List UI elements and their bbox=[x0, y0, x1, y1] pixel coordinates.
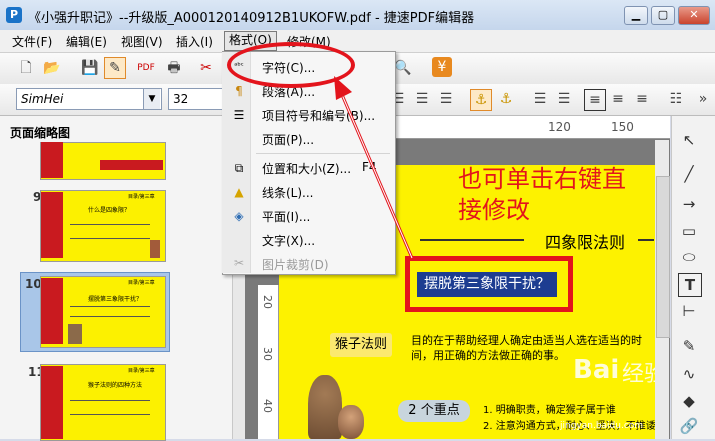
person-image bbox=[338, 405, 364, 439]
cut-icon[interactable]: ✂ bbox=[196, 58, 216, 78]
menu-item-fill[interactable]: 平面(I)... bbox=[262, 208, 310, 225]
purchase-icon[interactable]: ¥ bbox=[432, 57, 452, 77]
list-icon[interactable]: ☷ bbox=[666, 89, 686, 109]
watermark: Bai bbox=[573, 355, 620, 385]
ruler-tick: 20 bbox=[261, 295, 274, 309]
scrollbar-thumb[interactable] bbox=[656, 176, 670, 338]
open-folder-icon[interactable]: 📂 bbox=[42, 58, 62, 78]
page-header-title[interactable]: 四象限法则 bbox=[545, 229, 625, 253]
line-style-icon: ▲ bbox=[234, 185, 244, 199]
pen-tool-icon[interactable]: ✎ bbox=[678, 335, 700, 357]
ruler-tick: 40 bbox=[261, 399, 274, 413]
thumbnail-page-8[interactable] bbox=[40, 142, 166, 180]
thumbnail-page-9[interactable]: 目录/第三章 什么是四象限？ bbox=[40, 190, 166, 262]
export-pdf-icon[interactable]: PDF bbox=[136, 58, 156, 78]
menu-item-page[interactable]: 页面(P)... bbox=[262, 131, 314, 148]
align-right-icon[interactable]: ☰ bbox=[436, 89, 456, 109]
font-name-value: SimHei bbox=[21, 92, 64, 106]
thumbnail-header: 目录/第三章 bbox=[128, 280, 155, 286]
font-size-value: 32 bbox=[173, 92, 189, 106]
position-size-icon: ⧉ bbox=[234, 161, 244, 175]
monkey-rule-label[interactable]: 猴子法则 bbox=[330, 333, 392, 357]
annotation-highlight-box bbox=[405, 256, 573, 312]
monkey-image bbox=[68, 324, 82, 344]
thumbnail-header: 目录/第三章 bbox=[128, 368, 155, 374]
menu-item-line[interactable]: 线条(L)... bbox=[262, 184, 314, 201]
horizontal-ruler: 120 150 bbox=[393, 116, 670, 139]
box-align-right-icon[interactable]: ≡ bbox=[632, 89, 652, 109]
anchor-icon[interactable]: ⚓ bbox=[470, 89, 492, 111]
distribute-icon[interactable]: ☰ bbox=[554, 89, 574, 109]
window-title: 《小强升职记》--升级版_A000120140912B1UKOFW.pdf - … bbox=[28, 11, 475, 26]
app-icon: P bbox=[6, 7, 22, 23]
thumbnail-page-10[interactable]: 目录/第三章 摆脱第三象限干扰？ bbox=[40, 276, 166, 348]
pointer-icon[interactable]: ↖ bbox=[678, 129, 700, 151]
watermark-url: jingyan.baidu.com bbox=[560, 421, 644, 431]
box-align-center-icon[interactable]: ≡ bbox=[608, 89, 628, 109]
fill-icon: ◈ bbox=[234, 209, 244, 223]
minimize-button[interactable]: ▁ bbox=[624, 6, 648, 25]
key-point-1[interactable]: 1. 明确职责，确定猴子属于谁 bbox=[483, 401, 616, 416]
curve-tool-icon[interactable]: ∿ bbox=[678, 363, 700, 385]
paragraph-icon: ¶ bbox=[235, 84, 243, 98]
vertical-ruler: 20 30 40 bbox=[258, 285, 279, 439]
arrow-tool-icon[interactable]: → bbox=[678, 193, 700, 215]
menu-insert[interactable]: 插入(I) bbox=[172, 33, 217, 50]
line-tool-icon[interactable]: ╱ bbox=[678, 163, 700, 185]
menu-item-text[interactable]: 文字(X)... bbox=[262, 232, 315, 249]
edit-mode-icon[interactable]: ✎ bbox=[104, 57, 126, 79]
crop-icon: ✂ bbox=[233, 256, 245, 270]
link-tool-icon[interactable]: 🔗 bbox=[678, 415, 700, 437]
ellipse-tool-icon[interactable]: ⬭ bbox=[678, 246, 700, 268]
maximize-button[interactable]: ▢ bbox=[651, 6, 675, 25]
ruler-tick: 150 bbox=[611, 120, 634, 134]
thumbnail-panel-title: 页面缩略图 bbox=[10, 126, 71, 140]
box-align-left-icon[interactable]: ≡ bbox=[584, 89, 606, 111]
column-tool-icon[interactable]: ⊢ bbox=[678, 300, 700, 322]
font-name-dropdown[interactable]: ▼ bbox=[143, 89, 160, 109]
new-document-icon[interactable]: 🗋 bbox=[16, 58, 36, 78]
ruler-tick: 30 bbox=[261, 347, 274, 361]
annotation-arrow bbox=[334, 76, 414, 259]
save-icon[interactable]: 💾 bbox=[80, 58, 100, 78]
bold-anchor-icon[interactable]: ⚓ bbox=[496, 89, 516, 109]
menu-item-crop-disabled: 图片裁剪(D) bbox=[262, 258, 329, 272]
thumbnail-caption: 猴子法则的四种方法 bbox=[88, 382, 143, 389]
thumbnail-page-11[interactable]: 目录/第三章 猴子法则的四种方法 bbox=[40, 364, 166, 441]
monkey-image bbox=[308, 375, 342, 439]
annotation-text: 也可单击右键直接修改 bbox=[458, 165, 626, 224]
thumbnail-caption: 摆脱第三象限干扰？ bbox=[88, 296, 143, 303]
key-points-label[interactable]: 2 个重点 bbox=[398, 400, 470, 422]
menu-file[interactable]: 文件(F) bbox=[8, 33, 56, 50]
font-size-field[interactable]: 32 bbox=[168, 88, 226, 110]
print-icon[interactable]: 🖶 bbox=[164, 58, 184, 78]
shape-tool-icon[interactable]: ◆ bbox=[678, 390, 700, 412]
thumbnail-header: 目录/第三章 bbox=[128, 194, 155, 200]
more-icon[interactable]: » bbox=[693, 89, 713, 109]
person-image bbox=[150, 240, 160, 258]
thumbnail-scrollbar[interactable] bbox=[232, 264, 245, 439]
text-tool-icon[interactable]: T bbox=[678, 273, 702, 297]
close-button[interactable]: ✕ bbox=[678, 6, 710, 25]
rectangle-tool-icon[interactable]: ▭ bbox=[678, 220, 700, 242]
bullet-list-icon: ☰ bbox=[233, 108, 245, 122]
ruler-tick: 120 bbox=[548, 120, 571, 134]
thumbnail-caption: 什么是四象限？ bbox=[88, 207, 131, 214]
menu-view[interactable]: 视图(V) bbox=[117, 33, 167, 50]
header-rule bbox=[420, 239, 524, 241]
font-name-field[interactable]: SimHei bbox=[16, 88, 162, 110]
justify-icon[interactable]: ☰ bbox=[530, 89, 550, 109]
menu-edit[interactable]: 编辑(E) bbox=[62, 33, 111, 50]
